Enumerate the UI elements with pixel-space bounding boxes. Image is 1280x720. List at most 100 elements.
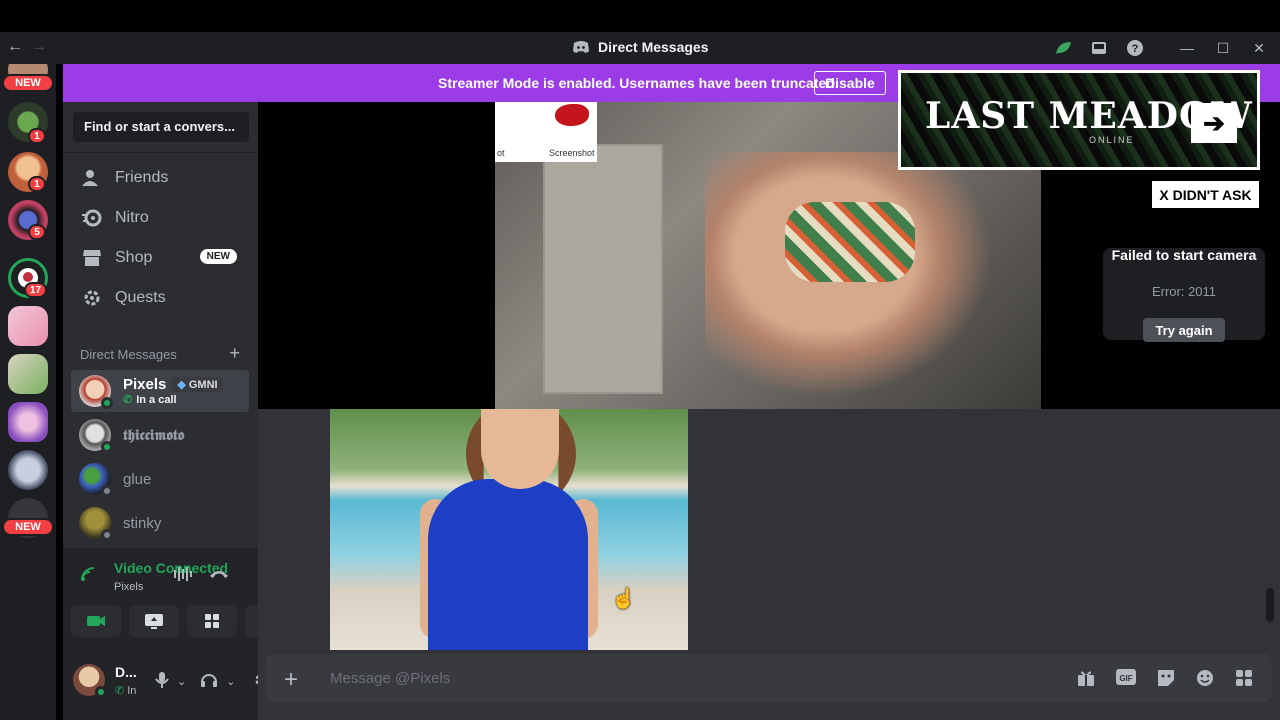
dm-name: Pixels <box>123 376 167 393</box>
noise-suppression-icon[interactable] <box>173 566 193 587</box>
dm-item[interactable]: stinky <box>71 502 249 544</box>
server-icon[interactable] <box>8 450 48 490</box>
dm-status: In a call <box>136 393 177 406</box>
nav-item-friends[interactable]: Friends <box>71 158 251 198</box>
new-pill: NEW <box>199 249 237 264</box>
server-list: NEW 1 1 5 17 NEW <box>0 64 56 720</box>
desktop-thumbnail: ot Screenshot <box>495 102 597 162</box>
avatar <box>79 507 113 541</box>
nav-item-quests[interactable]: Quests <box>71 278 251 318</box>
dm-item[interactable]: glue <box>71 458 249 500</box>
close-icon[interactable]: ✕ <box>1248 38 1270 58</box>
avatar <box>79 375 113 409</box>
help-icon[interactable]: ? <box>1124 38 1146 58</box>
dm-item-pixels[interactable]: Pixels ◆ GMNI ✆ In a call <box>71 370 249 412</box>
disable-streamer-mode-button[interactable]: Disable <box>814 71 886 95</box>
local-video-tile[interactable] <box>330 409 688 650</box>
nav-label: Friends <box>115 169 169 186</box>
headphones-icon[interactable] <box>200 671 218 692</box>
window-title-text: Direct Messages <box>598 39 709 55</box>
user-avatar[interactable] <box>73 664 107 698</box>
avatar <box>79 463 113 497</box>
minimize-icon[interactable]: — <box>1176 38 1198 58</box>
emoji-icon[interactable] <box>1195 668 1215 693</box>
arrow-left-icon[interactable]: ← <box>6 38 24 56</box>
status-dot <box>101 529 113 541</box>
gem-icon: ◆ <box>177 379 186 391</box>
screen-share-icon <box>145 614 163 629</box>
chevron-down-icon[interactable]: ⌄ <box>177 675 186 688</box>
camera-button[interactable] <box>71 605 121 637</box>
divider <box>63 152 258 153</box>
microphone-icon[interactable] <box>155 671 169 692</box>
inbox-icon[interactable] <box>1088 38 1110 58</box>
server-icon[interactable] <box>8 354 48 394</box>
arrow-right-icon[interactable]: → <box>30 38 48 56</box>
video-subject <box>428 479 588 650</box>
camera-error-code: Error: 2011 <box>1151 284 1217 299</box>
chevron-down-icon[interactable]: ⌄ <box>226 675 235 688</box>
notification-badge: 1 <box>28 176 46 192</box>
dm-item[interactable]: 𝖙𝖍𝖎𝖈𝖈𝖎𝖒𝖔𝖙𝖔 <box>71 414 249 456</box>
screen-share-button[interactable] <box>129 605 179 637</box>
camera-icon <box>87 616 105 626</box>
activities-button[interactable] <box>187 605 237 637</box>
gif-icon[interactable]: GIF <box>1115 668 1137 693</box>
status-dot <box>101 397 113 409</box>
window-title: Direct Messages <box>572 39 709 55</box>
dm-header-label: Direct Messages <box>80 347 177 362</box>
phone-icon: ✆ <box>123 394 133 406</box>
status-dot <box>101 485 113 497</box>
create-dm-button[interactable]: + <box>229 344 240 362</box>
notification-badge: 5 <box>28 224 46 240</box>
status-dot <box>101 441 113 453</box>
nitro-leaf-icon[interactable] <box>1052 38 1074 58</box>
screen-top-bar <box>0 0 1280 32</box>
try-again-button[interactable]: Try again <box>1143 318 1225 342</box>
apps-icon[interactable] <box>1234 668 1254 693</box>
dm-name: glue <box>123 470 152 488</box>
sticker-icon[interactable] <box>1156 668 1176 693</box>
nav-item-shop[interactable]: Shop NEW <box>71 238 251 278</box>
nitro-icon <box>81 207 103 229</box>
scrollbar[interactable] <box>1266 588 1274 622</box>
nav-item-nitro[interactable]: Nitro <box>71 198 251 238</box>
ad-banner[interactable]: LAST MEADOW ONLINE ➔ <box>898 70 1260 170</box>
voice-channel[interactable]: Pixels <box>114 581 143 593</box>
message-input[interactable]: Message @Pixels <box>330 670 450 687</box>
call-stage: ot Screenshot Failed to start camera Err… <box>258 102 1280 720</box>
close-ad-button[interactable]: X DIDN'T ASK <box>1152 181 1259 208</box>
discord-icon <box>573 41 589 53</box>
server-icon[interactable] <box>8 402 48 442</box>
server-icon[interactable] <box>8 306 48 346</box>
ad-subtitle: ONLINE <box>1089 135 1135 145</box>
nav-label: Nitro <box>115 209 149 226</box>
title-bar: ← → Direct Messages ? — ☐ ✕ <box>0 32 1280 64</box>
shop-icon <box>81 247 103 269</box>
signal-icon <box>81 567 95 581</box>
camera-error-card: Failed to start camera Error: 2011 Try a… <box>1103 247 1265 342</box>
svg-text:GIF: GIF <box>1119 674 1132 683</box>
phone-icon: ✆ <box>115 685 125 697</box>
disconnect-icon[interactable] <box>209 566 229 587</box>
attach-plus-icon[interactable]: + <box>284 666 298 694</box>
new-badge: NEW <box>2 74 54 92</box>
notification-badge: 1 <box>28 128 46 144</box>
voice-panel: Video Connected Pixels <box>63 548 295 654</box>
avatar <box>79 419 113 453</box>
username[interactable]: D... <box>115 664 137 680</box>
maximize-icon[interactable]: ☐ <box>1212 38 1234 58</box>
arrow-right-icon[interactable]: ➔ <box>1191 103 1237 143</box>
thumbnail-label: Screenshot <box>549 148 595 158</box>
message-composer: + Message @Pixels GIF <box>258 654 1280 720</box>
search-input[interactable]: Find or start a convers... <box>73 112 249 142</box>
gift-icon[interactable] <box>1076 668 1096 693</box>
dm-name: stinky <box>123 514 162 532</box>
thumbnail-image <box>555 104 589 126</box>
dm-sidebar: Find or start a convers... Friends Nitro… <box>63 102 295 720</box>
user-panel: D... ✆ In ⌄ ⌄ <box>63 654 271 720</box>
activities-icon <box>205 614 219 628</box>
quests-icon <box>81 287 103 309</box>
dm-section-header: Direct Messages + <box>80 344 240 362</box>
thumbnail-label: ot <box>497 148 505 158</box>
